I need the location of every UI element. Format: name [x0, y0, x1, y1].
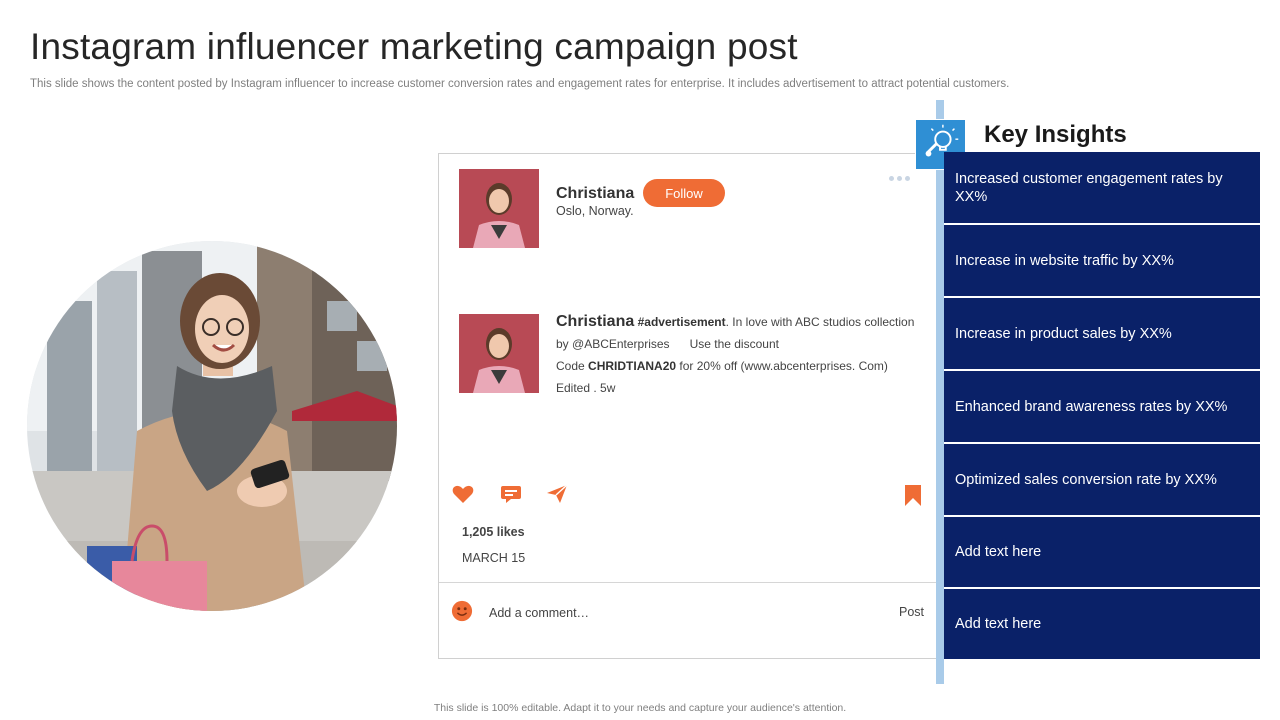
- insights-title: Key Insights: [984, 121, 1127, 148]
- caption-name[interactable]: Christiana: [556, 313, 634, 330]
- profile-name[interactable]: Christiana: [556, 185, 634, 203]
- comment-divider: [439, 582, 941, 583]
- insight-item: Add text here: [944, 589, 1260, 659]
- insight-item: Increase in product sales by XX%: [944, 298, 1260, 369]
- discount-code: CHRIDTIANA20: [588, 359, 677, 373]
- caption-hashtag[interactable]: #advertisement: [638, 315, 726, 329]
- caption-line3: for 20% off (www.abcenterprises. Com): [679, 359, 888, 373]
- likes-count: 1,205 likes: [462, 525, 525, 539]
- paper-plane-icon[interactable]: [545, 482, 569, 506]
- caption-line2: Use the discount: [689, 337, 779, 351]
- caption-avatar[interactable]: [459, 314, 539, 393]
- caption-line1: . In love with ABC studios collection: [725, 315, 915, 329]
- follow-button[interactable]: Follow: [643, 179, 725, 207]
- profile-location: Oslo, Norway.: [556, 204, 634, 218]
- post-date: MARCH 15: [462, 551, 526, 565]
- speech-bubble-icon[interactable]: [499, 482, 523, 506]
- bookmark-icon[interactable]: [901, 483, 925, 507]
- smiley-icon[interactable]: [451, 600, 473, 622]
- insight-item: Increased customer engagement rates by X…: [944, 152, 1260, 223]
- post-caption: Christiana #advertisement. In love with …: [556, 311, 936, 399]
- caption-edited: Edited . 5w: [556, 381, 616, 395]
- comment-input[interactable]: [489, 602, 829, 624]
- insight-item: Add text here: [944, 517, 1260, 587]
- slide-footer: This slide is 100% editable. Adapt it to…: [433, 702, 847, 714]
- caption-mention[interactable]: by @ABCEnterprises: [556, 337, 670, 351]
- post-comment-button[interactable]: Post: [899, 605, 924, 619]
- insight-item: Optimized sales conversion rate by XX%: [944, 444, 1260, 515]
- slide-subtitle: This slide shows the content posted by I…: [30, 78, 1010, 90]
- instagram-post-card: Christiana Oslo, Norway. Follow Christia…: [438, 153, 942, 659]
- insight-item: Enhanced brand awareness rates by XX%: [944, 371, 1260, 442]
- heart-icon[interactable]: [451, 482, 475, 506]
- insight-item: Increase in website traffic by XX%: [944, 225, 1260, 296]
- caption-code-prefix: Code: [556, 359, 585, 373]
- influencer-photo: [27, 241, 397, 611]
- slide-title: Instagram influencer marketing campaign …: [30, 26, 798, 67]
- more-options-icon[interactable]: [889, 168, 913, 186]
- insights-accent-bar: [936, 100, 944, 684]
- profile-avatar[interactable]: [459, 169, 539, 248]
